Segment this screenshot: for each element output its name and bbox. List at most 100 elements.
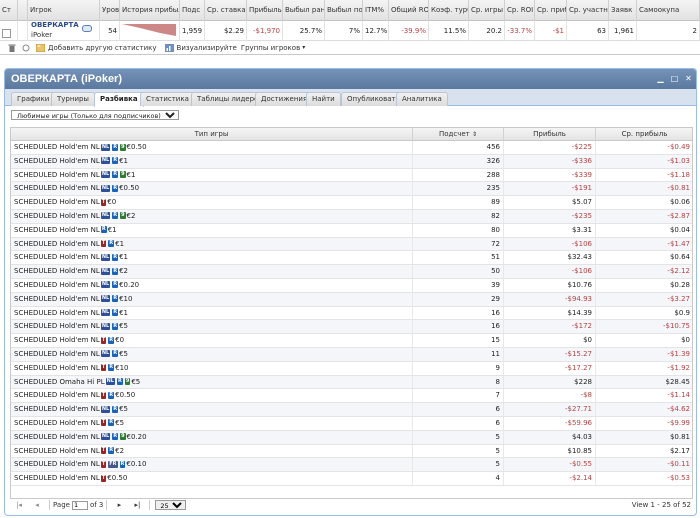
summary-col-header[interactable] [18, 0, 28, 21]
prev-page-icon[interactable]: ◂ [32, 501, 42, 510]
summary-col-header[interactable]: Ср. ставка [205, 0, 247, 21]
tab-3[interactable]: Статистика [140, 92, 195, 106]
last-page-icon[interactable]: ▸| [132, 501, 142, 510]
profit-cell: -$17.27 [504, 361, 596, 375]
row-checkbox[interactable] [2, 29, 11, 38]
table-row[interactable]: SCHEDULED Hold'em NL NL R €1 326 -$336 -$1.03 [11, 154, 692, 169]
table-row[interactable]: SCHEDULED Hold'em NL NL R €5 11 -$15.27 -$1.39 [11, 347, 692, 362]
game-flag-icon: R [112, 309, 119, 317]
game-type-label: SCHEDULED Hold'em NL [14, 267, 100, 276]
tab-6[interactable]: Найти [306, 92, 341, 106]
count-cell: 39 [413, 278, 504, 292]
player-room: iPoker [31, 31, 53, 39]
table-row[interactable]: SCHEDULED Hold'em NL NL R €10 29 -$94.93 -$3.2… [11, 292, 692, 307]
table-row[interactable]: SCHEDULED Hold'em NL NL R €5 16 -$172 -$10.75 [11, 320, 692, 335]
profit-cell: -$172 [504, 320, 596, 334]
favorite-games-select[interactable]: Любимые игры (Только для подписчиков) [11, 110, 179, 120]
player-name[interactable]: ОВЕРКАРТА [31, 21, 79, 30]
count-cell: 5 [413, 458, 504, 472]
table-row[interactable]: SCHEDULED Hold'em NL T R €10 9 -$17.27 -$1.92 [11, 361, 692, 376]
table-row[interactable]: SCHEDULED Hold'em NL NL R €5 6 -$27.71 -$4.62 [11, 403, 692, 417]
add-stat-button[interactable]: Добавить другую статистику [35, 43, 157, 52]
summary-col-header[interactable]: Самоокупа [637, 0, 700, 21]
game-flag-icon: R [112, 350, 119, 358]
first-page-icon[interactable]: |◂ [14, 501, 24, 510]
tab-5[interactable]: Достижения [255, 92, 314, 106]
tab-8[interactable]: Аналитика [396, 92, 448, 106]
table-row[interactable]: SCHEDULED Hold'em NL NL R 9 €0.20 5 $4.03 $0.81 [11, 430, 692, 445]
summary-col-header[interactable]: Ср. ROI [505, 0, 535, 21]
player-groups-button[interactable]: Группы игроков ▾ [241, 44, 305, 52]
game-flag-icon: R [112, 267, 119, 275]
maximize-icon[interactable]: □ [670, 74, 679, 83]
page-size-select[interactable]: 25 [155, 500, 187, 510]
profit-cell: $3.31 [504, 223, 596, 237]
stake-label: €2 [119, 267, 128, 276]
stake-label: €0 [115, 336, 125, 345]
col-game-type[interactable]: Тип игры [11, 128, 413, 141]
summary-col-header[interactable]: Ст [0, 0, 18, 21]
game-flag-icon: R [100, 226, 107, 234]
summary-col-header[interactable]: Ср. участни [567, 0, 609, 21]
summary-col-header[interactable]: Прибыль [247, 0, 283, 21]
close-icon[interactable]: ✕ [684, 74, 693, 83]
table-row[interactable]: SCHEDULED Hold'em NL NL R €0.20 39 $10.76 $0.2… [11, 278, 692, 293]
summary-col-header[interactable]: Ср. игры [469, 0, 505, 21]
tab-0[interactable]: Графики [11, 92, 56, 106]
summary-col-header[interactable]: Выбыл по [325, 0, 363, 21]
trash-icon[interactable] [8, 44, 16, 52]
stake-label: €0.50 [119, 184, 140, 193]
table-row[interactable]: SCHEDULED Hold'em NL T R €0.50 7 -$8 -$1.14 [11, 389, 692, 404]
profit-cell: -$2.14 [504, 472, 596, 486]
profit-cell: $4.03 [504, 430, 596, 444]
summary-col-header[interactable]: Выбыл ран [283, 0, 325, 21]
summary-col-header[interactable]: Коэф. турб [429, 0, 469, 21]
summary-col-header[interactable]: Ср. приб [535, 0, 567, 21]
window-title: ОВЕРКАРТА (iPoker) [11, 73, 123, 85]
tab-2[interactable]: Разбивка [94, 92, 144, 107]
refresh-icon[interactable] [22, 44, 30, 52]
summary-player-row[interactable]: ОВЕРКАРТА iPoker 54 1,959 $2.29 -$1,970 … [0, 21, 700, 41]
col-count[interactable]: Подсчет ⇕ [413, 128, 504, 141]
stake-label: €1 [126, 170, 136, 179]
table-row[interactable]: SCHEDULED Hold'em NL T FR R €0.10 5 -$0.55 -$0.… [11, 458, 692, 473]
table-row[interactable]: SCHEDULED Hold'em NL NL R €2 50 -$106 -$2.12 [11, 265, 692, 279]
chat-bubble-icon[interactable] [82, 25, 92, 32]
summary-col-header[interactable]: ITM% [363, 0, 389, 21]
table-row[interactable]: SCHEDULED Hold'em NL T R €0 15 $0 $0 [11, 334, 692, 348]
minimize-icon[interactable]: ▁ [656, 74, 665, 83]
table-row[interactable]: SCHEDULED Hold'em NL NL R €1 16 $14.39 $0.9 [11, 306, 692, 321]
table-row[interactable]: SCHEDULED Hold'em NL R €1 80 $3.31 $0.04 [11, 223, 692, 238]
table-row[interactable]: SCHEDULED Hold'em NL T €0.50 4 -$2.14 -$0.53 [11, 472, 692, 486]
table-row[interactable]: SCHEDULED Hold'em NL T €0 89 $5.07 $0.06 [11, 196, 692, 210]
table-row[interactable]: SCHEDULED Hold'em NL T R €2 5 $10.85 $2.17 [11, 444, 692, 459]
tab-1[interactable]: Турниры [51, 92, 95, 106]
table-row[interactable]: SCHEDULED Hold'em NL NL R €0.50 235 -$191 -$0.… [11, 182, 692, 197]
stake-label: €5 [119, 322, 128, 331]
game-flag-icon: R [112, 433, 119, 441]
table-row[interactable]: SCHEDULED Hold'em NL NL R 9 €1 288 -$339 -$1.18 [11, 168, 692, 183]
table-row[interactable]: SCHEDULED Omaha Hi PL NL R 9 €5 8 $228 $28.45 [11, 375, 692, 390]
col-avg-profit[interactable]: Ср. прибыль [596, 128, 692, 141]
col-profit[interactable]: Прибыль [504, 128, 596, 141]
summary-col-header[interactable]: Подс [180, 0, 205, 21]
table-row[interactable]: SCHEDULED Hold'em NL NL R 9 €2 82 -$235 -$2.87 [11, 209, 692, 224]
table-row[interactable]: SCHEDULED Hold'em NL T R €5 6 -$59.96 -$9.99 [11, 416, 692, 431]
window-header[interactable]: ОВЕРКАРТА (iPoker) ▁ □ ✕ [5, 69, 696, 89]
next-page-icon[interactable]: ▸ [114, 501, 124, 510]
table-row[interactable]: SCHEDULED Hold'em NL NL R 9 €0.50 456 -$225 -$0… [11, 141, 692, 155]
table-row[interactable]: SCHEDULED Hold'em NL NL R €1 51 $32.43 $0.64 [11, 251, 692, 266]
game-type-label: SCHEDULED Hold'em NL [14, 225, 100, 234]
col-count-label: Подсчет [438, 130, 470, 138]
row-select-cell[interactable] [0, 21, 18, 41]
summary-col-header[interactable]: История прибыл [120, 0, 180, 21]
summary-col-header[interactable]: Игрок [28, 0, 100, 21]
table-row[interactable]: SCHEDULED Hold'em NL T R €1 72 -$106 -$1.47 [11, 237, 692, 252]
summary-col-header[interactable]: Заявк [609, 0, 637, 21]
page-number-input[interactable] [71, 500, 88, 510]
summary-col-header[interactable]: Уров [100, 0, 120, 21]
stake-label: €1 [119, 156, 128, 165]
player-cell[interactable]: ОВЕРКАРТА iPoker [28, 21, 100, 41]
visualize-button[interactable]: Визуализируйте [164, 43, 237, 52]
summary-col-header[interactable]: Общий ROI [389, 0, 429, 21]
